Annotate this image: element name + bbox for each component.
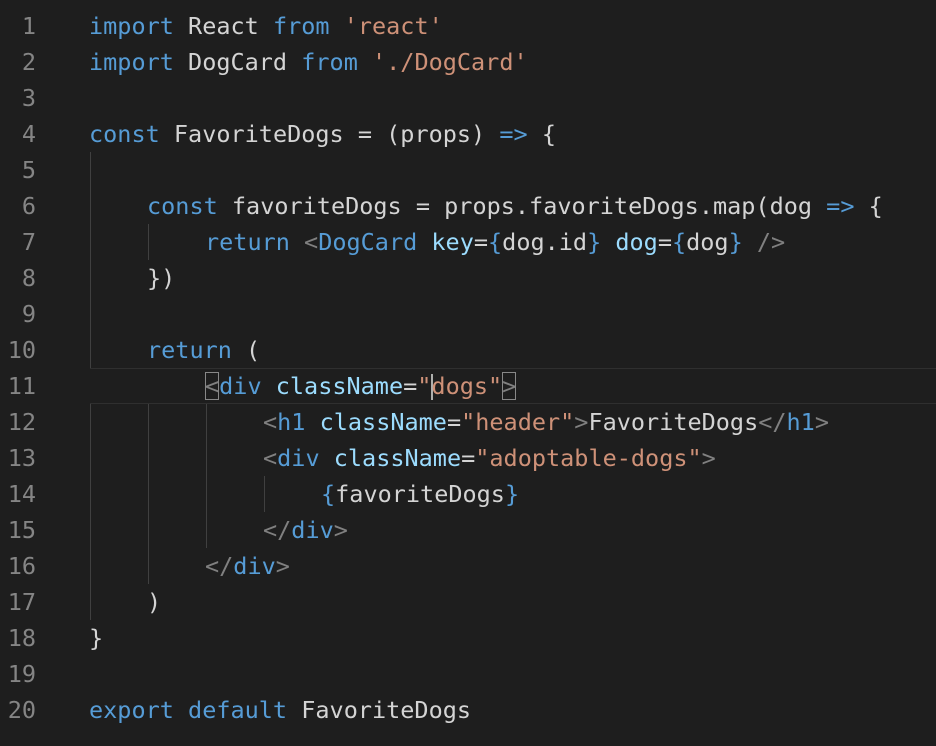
line-content[interactable]: const FavoriteDogs = (props) => { xyxy=(89,116,556,152)
line-number: 2 xyxy=(21,48,36,76)
code-line[interactable]: 3 xyxy=(0,80,936,116)
line-number: 15 xyxy=(7,516,36,544)
line-number: 9 xyxy=(21,300,36,328)
line-number: 7 xyxy=(21,228,36,256)
code-line[interactable]: 16 </div> xyxy=(0,548,936,584)
code-line[interactable]: 12 <h1 className="header">FavoriteDogs</… xyxy=(0,404,936,440)
code-line[interactable]: 11 <div className="dogs"> xyxy=(0,368,936,404)
code-line[interactable]: 4 const FavoriteDogs = (props) => { xyxy=(0,116,936,152)
code-line[interactable]: 8 }) xyxy=(0,260,936,296)
line-content[interactable]: ) xyxy=(147,584,161,620)
line-content[interactable]: } xyxy=(89,620,103,656)
line-number: 13 xyxy=(7,444,36,472)
line-number: 16 xyxy=(7,552,36,580)
line-number: 5 xyxy=(21,156,36,184)
code-line[interactable]: 20 export default FavoriteDogs xyxy=(0,692,936,728)
code-editor[interactable]: 1 import React from 'react' 2 import Dog… xyxy=(0,0,936,746)
line-number: 14 xyxy=(7,480,36,508)
line-number: 8 xyxy=(21,264,36,292)
line-content[interactable]: const favoriteDogs = props.favoriteDogs.… xyxy=(147,188,883,224)
line-number: 10 xyxy=(7,336,36,364)
line-number: 19 xyxy=(7,660,36,688)
line-content[interactable]: return <DogCard key={dog.id} dog={dog} /… xyxy=(205,224,785,260)
matching-bracket: > xyxy=(502,372,517,400)
line-content[interactable]: <div className="dogs"> xyxy=(205,368,517,404)
code-line[interactable]: 5 xyxy=(0,152,936,188)
line-number: 4 xyxy=(21,120,36,148)
code-line[interactable]: 17 ) xyxy=(0,584,936,620)
line-number: 1 xyxy=(21,12,36,40)
code-line[interactable]: 7 return <DogCard key={dog.id} dog={dog}… xyxy=(0,224,936,260)
code-line[interactable]: 6 const favoriteDogs = props.favoriteDog… xyxy=(0,188,936,224)
line-number: 17 xyxy=(7,588,36,616)
code-line[interactable]: 18 } xyxy=(0,620,936,656)
line-content[interactable]: {favoriteDogs} xyxy=(321,476,519,512)
line-content[interactable]: export default FavoriteDogs xyxy=(89,692,471,728)
code-line[interactable]: 19 xyxy=(0,656,936,692)
line-number: 20 xyxy=(7,696,36,724)
code-line[interactable]: 14 {favoriteDogs} xyxy=(0,476,936,512)
line-number: 18 xyxy=(7,624,36,652)
code-line[interactable]: 1 import React from 'react' xyxy=(0,8,936,44)
line-number: 12 xyxy=(7,408,36,436)
line-content[interactable]: <div className="adoptable-dogs"> xyxy=(263,440,716,476)
line-content[interactable]: import DogCard from './DogCard' xyxy=(89,44,528,80)
line-number: 11 xyxy=(7,372,36,400)
code-line[interactable]: 10 return ( xyxy=(0,332,936,368)
code-line[interactable]: 15 </div> xyxy=(0,512,936,548)
line-content[interactable]: import React from 'react' xyxy=(89,8,443,44)
line-content[interactable]: </div> xyxy=(263,512,348,548)
line-content[interactable]: </div> xyxy=(205,548,290,584)
line-content[interactable]: }) xyxy=(147,260,175,296)
matching-bracket: < xyxy=(205,372,220,400)
code-line[interactable]: 9 xyxy=(0,296,936,332)
line-number: 6 xyxy=(21,192,36,220)
line-content[interactable]: return ( xyxy=(147,332,260,368)
line-number: 3 xyxy=(21,84,36,112)
code-line[interactable]: 2 import DogCard from './DogCard' xyxy=(0,44,936,80)
line-content[interactable]: <h1 className="header">FavoriteDogs</h1> xyxy=(263,404,829,440)
code-line[interactable]: 13 <div className="adoptable-dogs"> xyxy=(0,440,936,476)
